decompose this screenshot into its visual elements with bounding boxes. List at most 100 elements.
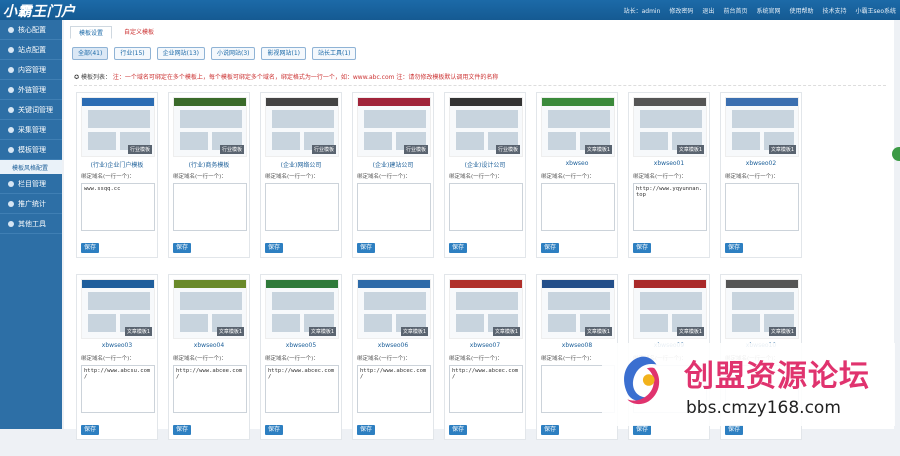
template-thumbnail[interactable]: 行业模板 (265, 97, 339, 157)
template-thumbnail[interactable]: 文章模板1 (541, 97, 615, 157)
template-title[interactable]: xbwseo06 (357, 342, 429, 350)
domain-textarea[interactable] (449, 183, 523, 231)
template-thumbnail[interactable]: 文章模板1 (541, 279, 615, 339)
top-nav-link[interactable]: 小霸王seo系统 (856, 6, 897, 15)
notice-warn: 注：请勿修改模板默认调用文件的名称 (396, 74, 499, 81)
save-button[interactable]: 保存 (633, 425, 651, 435)
domain-label: 绑定域名(一行一个)： (265, 356, 319, 362)
filter-button[interactable]: 行业(15) (114, 47, 151, 60)
save-button[interactable]: 保存 (449, 425, 467, 435)
template-title[interactable]: (企业)建站公司 (357, 160, 429, 168)
template-thumbnail[interactable]: 文章模板1 (357, 279, 431, 339)
save-button[interactable]: 保存 (357, 425, 375, 435)
template-title[interactable]: xbwseo (541, 160, 613, 168)
template-thumbnail[interactable]: 行业模板 (357, 97, 431, 157)
template-thumbnail[interactable]: 文章模板1 (173, 279, 247, 339)
template-thumbnail[interactable]: 文章模板1 (633, 97, 707, 157)
template-thumbnail[interactable]: 行业模板 (449, 97, 523, 157)
save-button[interactable]: 保存 (81, 425, 99, 435)
template-title[interactable]: (企业)设计公司 (449, 160, 521, 168)
sidebar-item[interactable]: 其他工具 (0, 214, 62, 234)
filter-button[interactable]: 企业网站(13) (156, 47, 205, 60)
tab-template-settings[interactable]: 模板设置 (70, 26, 113, 39)
template-title[interactable]: xbwseo07 (449, 342, 521, 350)
sidebar-item[interactable]: 内容管理 (0, 60, 62, 80)
save-button[interactable]: 保存 (633, 243, 651, 253)
template-thumbnail[interactable]: 文章模板1 (265, 279, 339, 339)
sidebar-item[interactable]: 推广统计 (0, 194, 62, 214)
domain-label: 绑定域名(一行一个)： (449, 356, 503, 362)
save-button[interactable]: 保存 (449, 243, 467, 253)
domain-textarea[interactable]: http://www.abcsu.com/ (81, 365, 155, 413)
save-button[interactable]: 保存 (541, 425, 559, 435)
domain-textarea[interactable] (725, 183, 799, 231)
template-thumbnail[interactable]: 文章模板1 (81, 279, 155, 339)
save-button[interactable]: 保存 (541, 243, 559, 253)
save-button[interactable]: 保存 (725, 243, 743, 253)
domain-textarea[interactable] (173, 183, 247, 231)
template-title[interactable]: xbwseo05 (265, 342, 337, 350)
template-thumbnail[interactable]: 文章模板1 (449, 279, 523, 339)
template-thumbnail[interactable]: 文章模板1 (633, 279, 707, 339)
domain-textarea[interactable] (265, 183, 339, 231)
domain-textarea[interactable]: http://www.abcee.com/ (173, 365, 247, 413)
domain-textarea[interactable]: http://www.abcec.com/ (449, 365, 523, 413)
filter-button[interactable]: 影视网站(1) (261, 47, 306, 60)
template-card: 文章模板1 xbwseo06 绑定域名(一行一个)： http://www.abcec… (352, 274, 434, 440)
domain-textarea[interactable] (541, 183, 615, 231)
sidebar-item[interactable]: 核心配置 (0, 20, 62, 40)
save-button[interactable]: 保存 (265, 243, 283, 253)
template-title[interactable]: xbwseo02 (725, 160, 797, 168)
top-nav-link[interactable]: 退出 (702, 6, 714, 15)
thumbnail-block (456, 132, 484, 150)
top-nav-link[interactable]: 站长：admin (624, 6, 661, 15)
sidebar-item[interactable]: 模板管理 (0, 140, 62, 160)
sidebar-item[interactable]: 关键词管理 (0, 100, 62, 120)
template-title[interactable]: xbwseo03 (81, 342, 153, 350)
template-title[interactable]: xbwseo01 (633, 160, 705, 168)
filter-button[interactable]: 全部(41) (72, 47, 109, 60)
template-title[interactable]: (行业)企业门户模板 (81, 160, 153, 168)
domain-textarea[interactable]: www.ssqq.cc (81, 183, 155, 231)
sidebar-item[interactable]: 站点配置 (0, 40, 62, 60)
top-nav-link[interactable]: 前台首页 (723, 6, 747, 15)
domain-textarea[interactable]: http://www.abcec.com/ (265, 365, 339, 413)
save-button[interactable]: 保存 (265, 425, 283, 435)
template-title[interactable]: xbwseo04 (173, 342, 245, 350)
top-nav-link[interactable]: 系统官网 (756, 6, 780, 15)
save-button[interactable]: 保存 (725, 425, 743, 435)
domain-textarea[interactable]: http://www.yqyunnan.top (633, 183, 707, 231)
sidebar-item[interactable]: 采集管理 (0, 120, 62, 140)
filter-button[interactable]: 站长工具(1) (311, 47, 357, 60)
sidebar-item[interactable]: 外链管理 (0, 80, 62, 100)
top-nav-link[interactable]: 技术支持 (822, 6, 846, 15)
thumbnail-block (88, 314, 116, 332)
thumbnail-header (634, 280, 706, 288)
template-card: 行业模板 (企业)建站公司 绑定域名(一行一个)： 保存 (352, 92, 434, 258)
template-card: 行业模板 (行业)商务模板 绑定域名(一行一个)： 保存 (168, 92, 250, 258)
thumbnail-header (450, 98, 522, 106)
top-nav-link[interactable]: 修改密码 (669, 6, 693, 15)
sidebar-subitem-template-style[interactable]: 模板风格配置 (0, 160, 62, 174)
save-button[interactable]: 保存 (357, 243, 375, 253)
domain-label: 绑定域名(一行一个)： (449, 174, 503, 180)
template-thumbnail[interactable]: 文章模板1 (725, 279, 799, 339)
float-tab[interactable] (892, 147, 900, 161)
template-title[interactable]: (企业)网络公司 (265, 160, 337, 168)
filter-button[interactable]: 小说网站(3) (210, 47, 256, 60)
tab-custom-template[interactable]: 自定义模板 (116, 26, 162, 39)
template-badge: 文章模板1 (492, 327, 520, 336)
template-thumbnail[interactable]: 文章模板1 (725, 97, 799, 157)
template-thumbnail[interactable]: 行业模板 (81, 97, 155, 157)
template-thumbnail[interactable]: 行业模板 (173, 97, 247, 157)
top-nav-link[interactable]: 使用帮助 (789, 6, 813, 15)
save-button[interactable]: 保存 (173, 243, 191, 253)
template-title[interactable]: (行业)商务模板 (173, 160, 245, 168)
sidebar-item[interactable]: 栏目管理 (0, 174, 62, 194)
save-button[interactable]: 保存 (81, 243, 99, 253)
thumbnail-header (634, 98, 706, 106)
domain-textarea[interactable] (357, 183, 431, 231)
thumbnail-block (456, 110, 518, 128)
domain-textarea[interactable]: http://www.abcec.com/ (357, 365, 431, 413)
save-button[interactable]: 保存 (173, 425, 191, 435)
